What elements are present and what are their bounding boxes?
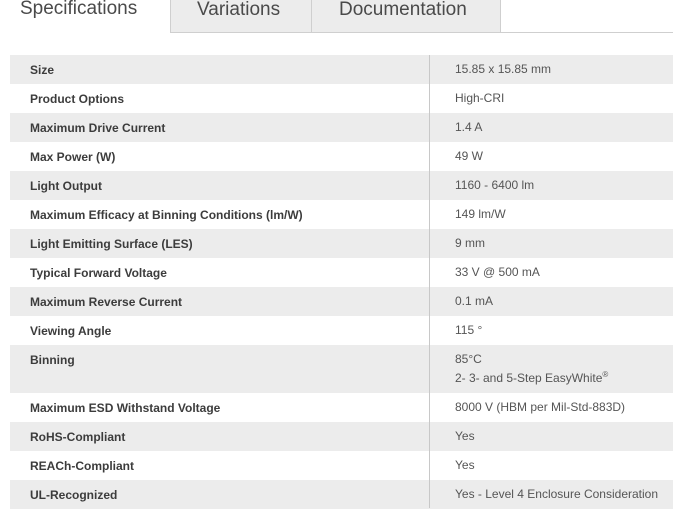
table-row: Light Output 1160 - 6400 lm <box>10 171 673 200</box>
spec-value-multiline: 85°C 2- 3- and 5-Step EasyWhite® <box>455 350 608 388</box>
tab-specifications[interactable]: Specifications <box>0 0 170 32</box>
spec-value: 149 lm/W <box>455 207 506 221</box>
spec-label: Typical Forward Voltage <box>30 266 167 280</box>
tab-variations[interactable]: Variations <box>170 0 312 32</box>
spec-value: Yes <box>455 429 475 443</box>
spec-value: 15.85 x 15.85 mm <box>455 62 552 76</box>
spec-label: REACh-Compliant <box>30 459 134 473</box>
spec-label: UL-Recognized <box>30 488 118 502</box>
tab-documentation[interactable]: Documentation <box>311 0 501 32</box>
tab-bar: Specifications Variations Documentation <box>0 0 673 33</box>
spec-label: Binning <box>30 353 75 367</box>
spec-value: Yes <box>455 458 475 472</box>
spec-value: Yes - Level 4 Enclosure Consideration <box>455 487 659 501</box>
tab-specifications-label: Specifications <box>20 0 138 19</box>
spec-label: Viewing Angle <box>30 324 112 338</box>
table-row: Product Options High-CRI <box>10 84 673 113</box>
table-row: UL-Recognized Yes - Level 4 Enclosure Co… <box>10 480 673 509</box>
spec-label: Size <box>30 63 55 77</box>
spec-value-line2: 2- 3- and 5-Step EasyWhite <box>455 371 603 385</box>
spec-label: Maximum Reverse Current <box>30 295 183 309</box>
table-row: Binning 85°C 2- 3- and 5-Step EasyWhite® <box>10 345 673 393</box>
spec-value: 115 ° <box>455 323 483 337</box>
spec-value: 8000 V (HBM per Mil-Std-883D) <box>455 400 626 414</box>
spec-label: Light Output <box>30 179 102 193</box>
table-row: Light Emitting Surface (LES) 9 mm <box>10 229 673 258</box>
table-row: Max Power (W) 49 W <box>10 142 673 171</box>
tab-variations-label: Variations <box>197 0 281 20</box>
spec-label: Light Emitting Surface (LES) <box>30 237 193 251</box>
spec-value: 33 V @ 500 mA <box>455 265 540 279</box>
table-row: RoHS-Compliant Yes <box>10 422 673 451</box>
spec-value: 49 W <box>455 149 484 163</box>
table-row: Size 15.85 x 15.85 mm <box>10 55 673 84</box>
table-row: Maximum Drive Current 1.4 A <box>10 113 673 142</box>
spec-label: Product Options <box>30 92 124 106</box>
table-row: Viewing Angle 115 ° <box>10 316 673 345</box>
table-row: Typical Forward Voltage 33 V @ 500 mA <box>10 258 673 287</box>
table-row: Maximum Efficacy at Binning Conditions (… <box>10 200 673 229</box>
registered-mark: ® <box>602 370 609 379</box>
table-row: Maximum Reverse Current 0.1 mA <box>10 287 673 316</box>
table-row: REACh-Compliant Yes <box>10 451 673 480</box>
spec-label: Maximum ESD Withstand Voltage <box>30 401 221 415</box>
spec-label: Max Power (W) <box>30 150 116 164</box>
tab-bar-underline <box>170 32 673 33</box>
spec-label: Maximum Drive Current <box>30 121 166 135</box>
spec-value: 9 mm <box>455 236 485 250</box>
spec-value: 1.4 A <box>455 120 483 134</box>
spec-value: High-CRI <box>455 91 505 105</box>
spec-value-line1: 85°C <box>455 352 482 366</box>
column-divider <box>429 55 430 508</box>
spec-label: RoHS-Compliant <box>30 430 126 444</box>
table-row: Maximum ESD Withstand Voltage 8000 V (HB… <box>10 393 673 422</box>
tab-documentation-label: Documentation <box>339 0 467 20</box>
spec-value: 0.1 mA <box>455 294 494 308</box>
spec-label: Maximum Efficacy at Binning Conditions (… <box>30 208 303 222</box>
spec-value: 1160 - 6400 lm <box>455 178 535 192</box>
specifications-table: Size 15.85 x 15.85 mm Product Options Hi… <box>10 55 673 509</box>
